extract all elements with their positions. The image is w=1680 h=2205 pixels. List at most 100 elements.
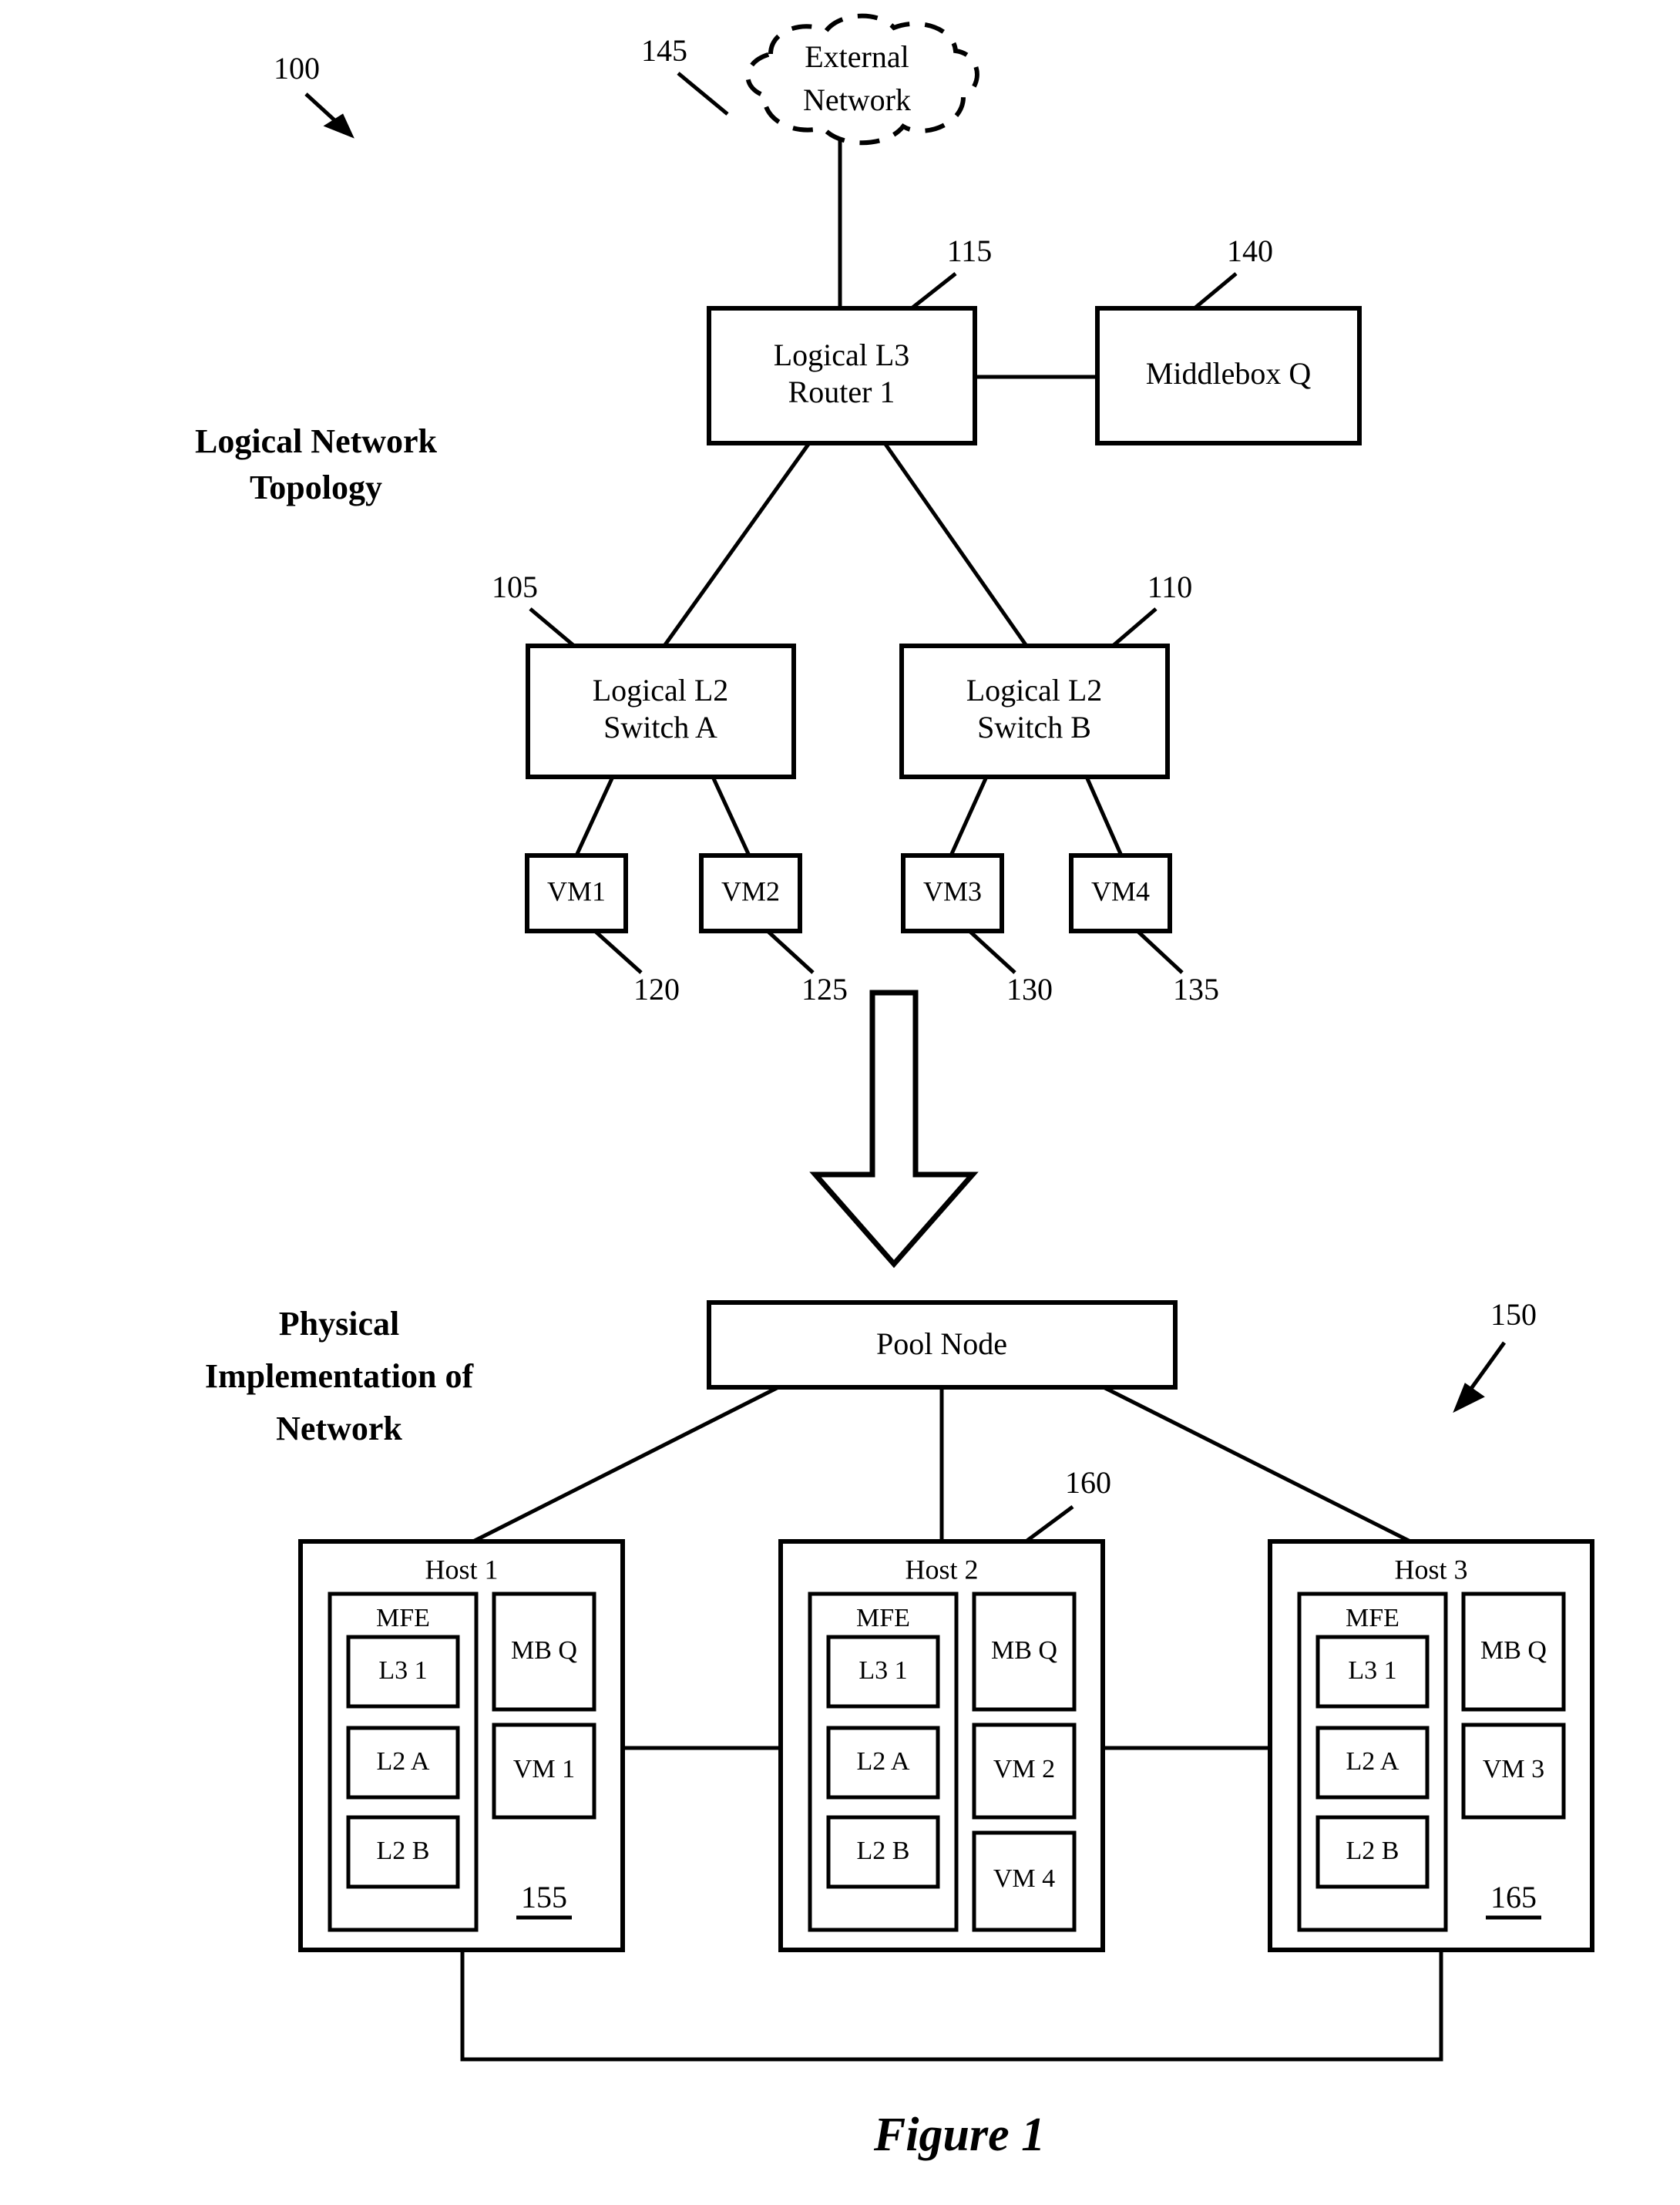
- cloud-shape: [745, 13, 979, 146]
- ref-130-group: 130: [968, 929, 1053, 1007]
- ref-145-group: 145: [641, 33, 729, 116]
- ref-135-group: 135: [1136, 929, 1219, 1007]
- physical-label-line1: Physical: [279, 1305, 399, 1343]
- ref-115-leader: [910, 272, 957, 310]
- router-label-line1: Logical L3: [774, 338, 910, 372]
- vm2-node[interactable]: VM2: [699, 853, 802, 933]
- pool-node[interactable]: Pool Node: [707, 1300, 1178, 1390]
- ref-120-group: 120: [593, 929, 680, 1007]
- host-1[interactable]: Host 1 MFE L3 1 L2 A L2 B MB Q VM 1 155: [298, 1539, 625, 1952]
- ref-150-arrowhead: [1453, 1383, 1485, 1413]
- vm1-node[interactable]: VM1: [525, 853, 628, 933]
- vm3-label: VM3: [923, 876, 982, 906]
- ref-135-leader: [1136, 929, 1184, 974]
- ref-125-group: 125: [766, 929, 848, 1007]
- vm1-label: VM1: [547, 876, 606, 906]
- ref-120-label: 120: [633, 972, 680, 1007]
- router-label-line2: Router 1: [788, 375, 895, 409]
- ref-110-group: 110: [1111, 570, 1193, 647]
- host-1-mfe-label: MFE: [376, 1604, 430, 1632]
- ref-125-label: 125: [801, 972, 848, 1007]
- logical-l2-switch-a-node[interactable]: Logical L2 Switch A: [526, 644, 796, 779]
- vm4-node[interactable]: VM4: [1069, 853, 1172, 933]
- host-2[interactable]: Host 2 MFE L3 1 L2 A L2 B MB Q VM 2 VM 4: [778, 1539, 1105, 1952]
- ref-130-label: 130: [1006, 972, 1053, 1007]
- middlebox-q-node[interactable]: Middlebox Q: [1095, 306, 1362, 445]
- ref-115-label: 115: [947, 234, 993, 268]
- ref-145-leader: [677, 72, 729, 116]
- external-network-line1: External: [805, 39, 909, 74]
- host-1-title: Host 1: [425, 1554, 498, 1585]
- link-host1-to-host3-bottom: [460, 1950, 1443, 2062]
- ref-160-group: 160: [1023, 1465, 1111, 1545]
- external-network-cloud: External Network: [745, 13, 979, 146]
- link-router-to-switch-a: [662, 442, 811, 647]
- ref-115-group: 115: [910, 234, 993, 310]
- transform-down-arrow: [809, 990, 979, 1269]
- ref-100-label: 100: [274, 51, 320, 86]
- vm3-node[interactable]: VM3: [901, 853, 1004, 933]
- ref-140-group: 140: [1193, 234, 1273, 310]
- host-3-right-1-label: VM 3: [1483, 1755, 1544, 1783]
- ref-110-label: 110: [1147, 570, 1193, 604]
- ref-110-leader: [1111, 607, 1158, 647]
- ref-130-leader: [968, 929, 1016, 974]
- ref-145-label: 145: [641, 33, 687, 68]
- logical-l2-switch-b-node[interactable]: Logical L2 Switch B: [899, 644, 1170, 779]
- link-pool-to-host3: [1102, 1385, 1412, 1544]
- figure-caption: Figure 1: [873, 2109, 1045, 2161]
- ref-105-leader: [529, 607, 576, 647]
- ref-105-group: 105: [492, 570, 576, 647]
- host-3-mfe-element-1-label: L2 A: [1346, 1747, 1399, 1776]
- link-router-to-switch-b: [882, 442, 1029, 647]
- host-3-mfe-label: MFE: [1346, 1604, 1399, 1632]
- patent-figure: 100 Logical Network Topology External Ne…: [0, 0, 1680, 2205]
- ref-135-label: 135: [1173, 972, 1219, 1007]
- host-3-title: Host 3: [1394, 1554, 1467, 1585]
- figure-ref-100-group: 100: [274, 51, 354, 139]
- host-1-mfe-element-2-label: L2 B: [377, 1837, 430, 1865]
- host-3-mfe-element-0-label: L3 1: [1348, 1656, 1396, 1685]
- host-3-mfe-element-2-label: L2 B: [1346, 1837, 1399, 1865]
- switch-b-label-line1: Logical L2: [966, 673, 1103, 708]
- ref-125-leader: [766, 929, 815, 974]
- host-2-mfe-element-0-label: L3 1: [858, 1656, 907, 1685]
- external-network-line2: Network: [803, 82, 911, 117]
- logical-label-line1: Logical Network: [195, 422, 438, 460]
- link-pool-to-host1: [472, 1385, 780, 1544]
- link-switch-b-to-vm3: [949, 775, 989, 857]
- network-topology-diagram: 100 Logical Network Topology External Ne…: [195, 13, 1594, 2161]
- switch-a-label-line2: Switch A: [603, 710, 717, 745]
- vm2-label: VM2: [721, 876, 780, 906]
- vm4-label: VM4: [1091, 876, 1150, 906]
- host-2-title: Host 2: [905, 1554, 978, 1585]
- switch-a-label-line1: Logical L2: [593, 673, 729, 708]
- ref-160-leader: [1023, 1504, 1074, 1545]
- host-1-ref-label: 155: [521, 1880, 567, 1914]
- host-2-right-0-label: MB Q: [991, 1636, 1057, 1665]
- ref-105-label: 105: [492, 570, 538, 604]
- host-2-mfe-label: MFE: [856, 1604, 910, 1632]
- host-3[interactable]: Host 3 MFE L3 1 L2 A L2 B MB Q VM 3 165: [1268, 1539, 1594, 1952]
- host-1-mfe-element-1-label: L2 A: [377, 1747, 430, 1776]
- host-1-mfe-element-0-label: L3 1: [378, 1656, 427, 1685]
- host-1-right-0-label: MB Q: [511, 1636, 577, 1665]
- host-2-right-2-label: VM 4: [993, 1864, 1055, 1893]
- ref-140-leader: [1193, 272, 1238, 310]
- host-1-right-1-label: VM 1: [513, 1755, 575, 1783]
- link-switch-b-to-vm4: [1084, 775, 1124, 857]
- physical-label-line3: Network: [276, 1410, 402, 1447]
- middlebox-label: Middlebox Q: [1146, 356, 1312, 391]
- host-2-right-1-label: VM 2: [993, 1755, 1055, 1783]
- link-switch-a-to-vm1: [574, 775, 615, 857]
- ref-150-label: 150: [1490, 1297, 1537, 1332]
- switch-b-label-line2: Switch B: [977, 710, 1091, 745]
- logical-l3-router-node[interactable]: Logical L3 Router 1: [707, 306, 977, 445]
- section-label-logical: Logical Network Topology: [195, 422, 438, 506]
- host-3-right-0-label: MB Q: [1480, 1636, 1547, 1665]
- ref-150-group: 150: [1453, 1297, 1537, 1413]
- ref-120-leader: [593, 929, 643, 974]
- host-3-ref-label: 165: [1490, 1880, 1537, 1914]
- ref-160-label: 160: [1065, 1465, 1111, 1500]
- host-2-mfe-element-1-label: L2 A: [857, 1747, 910, 1776]
